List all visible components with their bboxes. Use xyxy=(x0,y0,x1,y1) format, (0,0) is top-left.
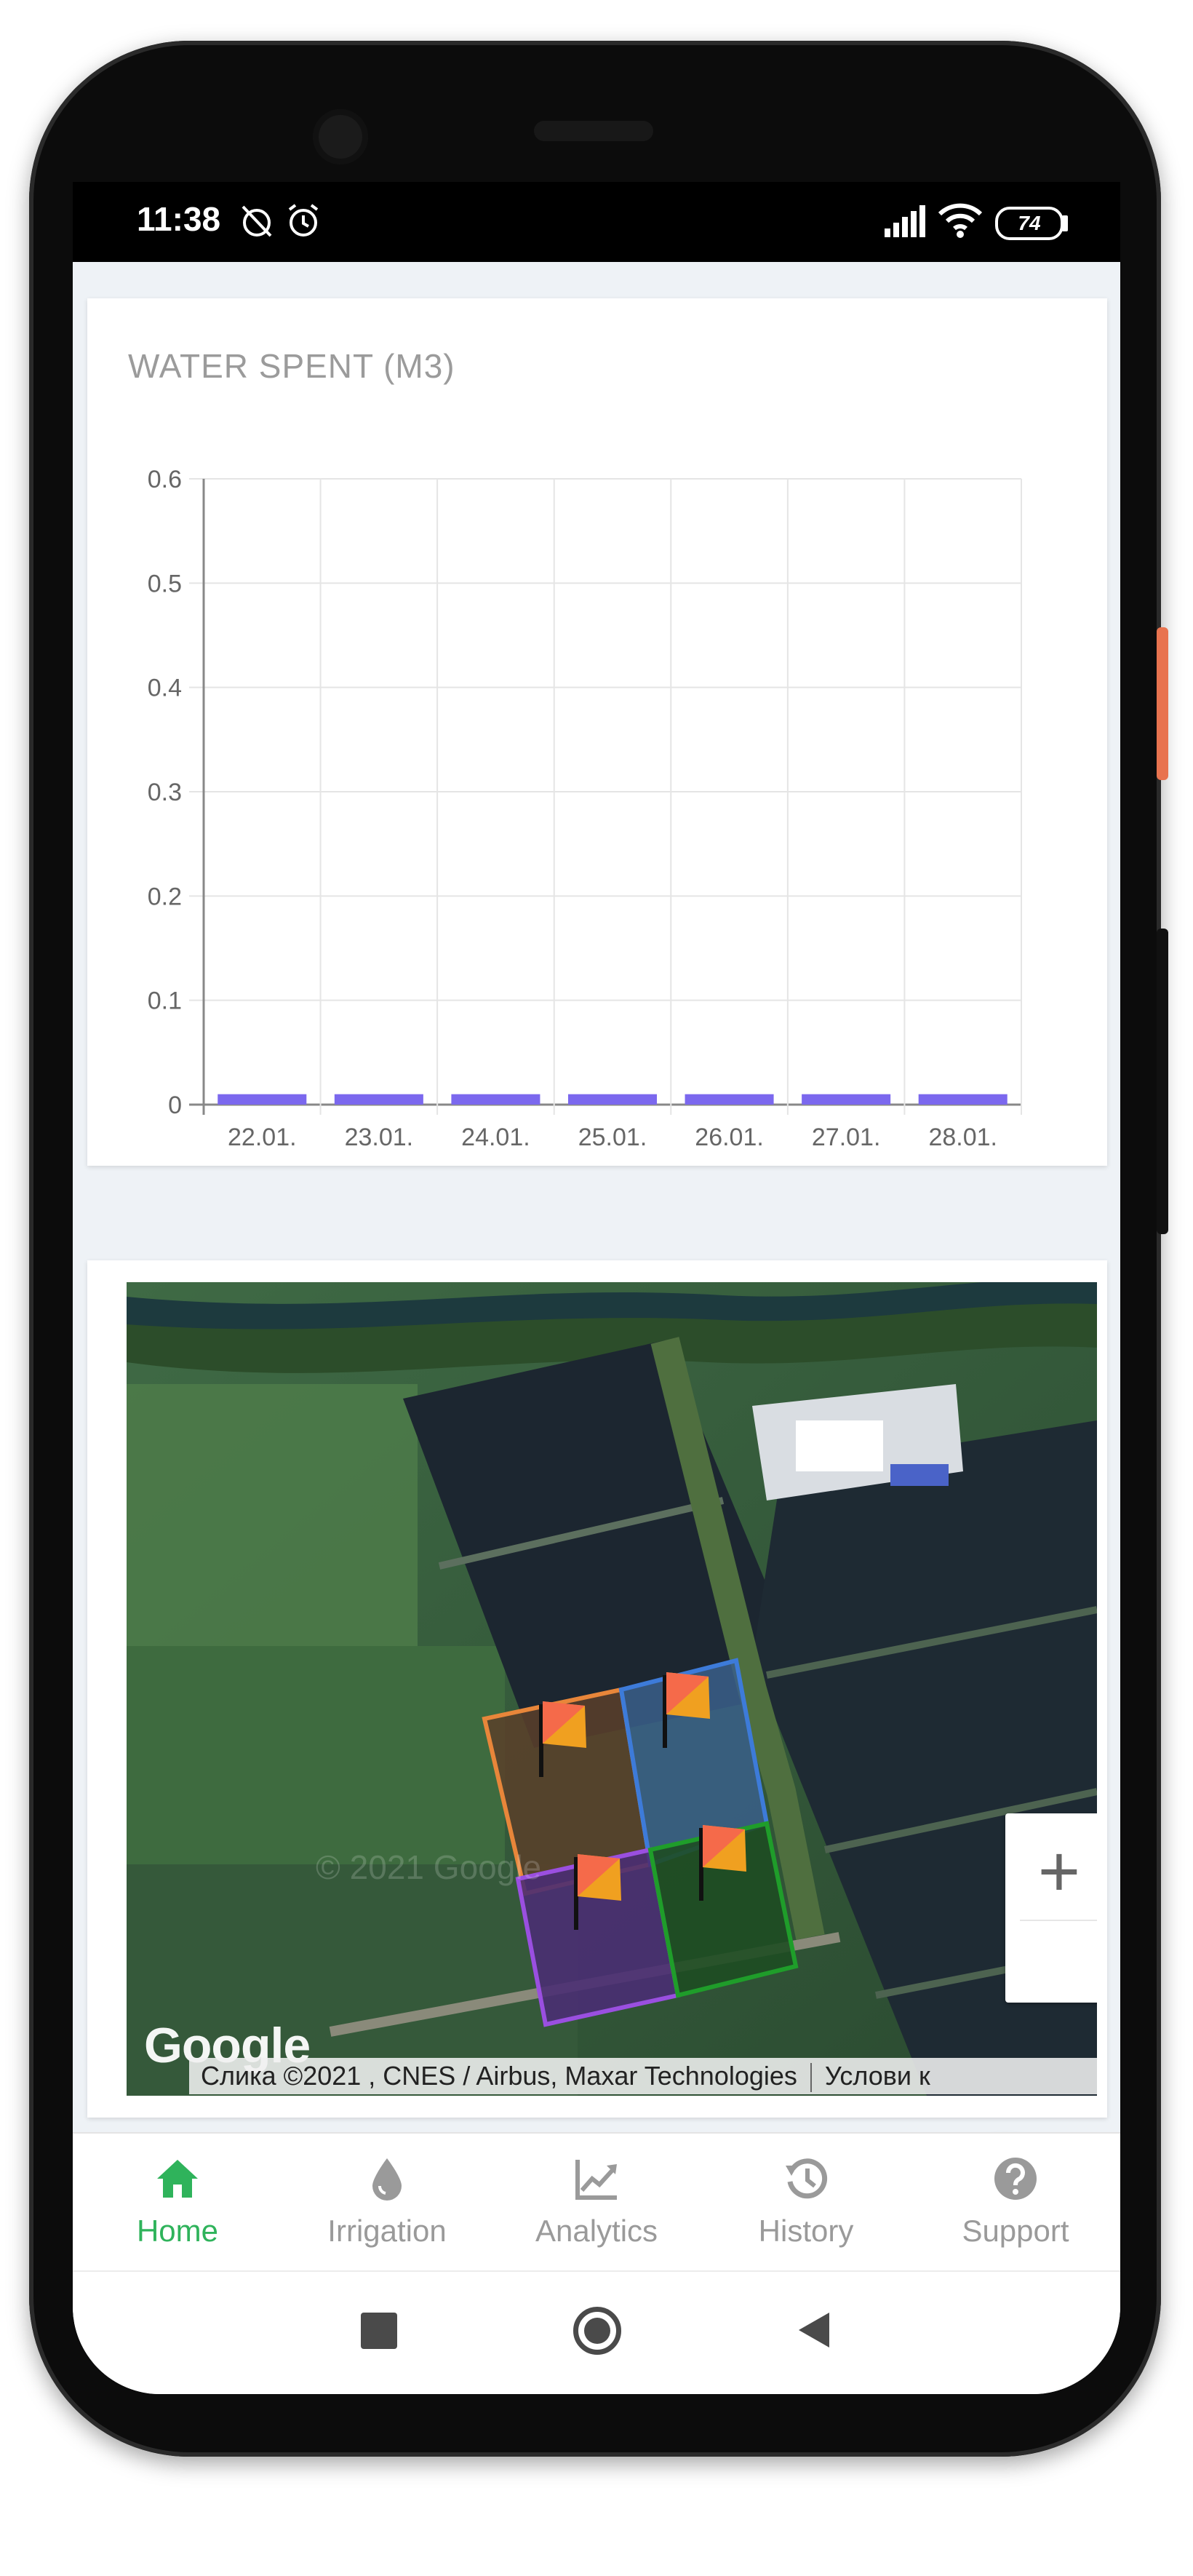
status-bar: 11:38 74 xyxy=(73,182,1120,262)
y-tick-label: 0 xyxy=(168,1092,182,1119)
x-tick-label: 24.01. xyxy=(461,1124,530,1151)
y-tick-label: 0.1 xyxy=(148,987,182,1015)
back-icon[interactable] xyxy=(793,2308,837,2352)
nav-label: Analytics xyxy=(535,2214,658,2248)
alarm-icon xyxy=(288,204,319,236)
signal-icon xyxy=(885,205,925,237)
chart-bar xyxy=(918,1094,1008,1105)
attribution-text: Слика ©2021 , CNES / Airbus, Maxar Techn… xyxy=(201,2061,797,2091)
attribution-divider xyxy=(810,2063,812,2093)
chart-bar xyxy=(218,1094,307,1105)
nav-item-support[interactable]: Support xyxy=(911,2134,1120,2272)
bottom-navigation: Home Irrigation Analytics History Suppor… xyxy=(73,2132,1120,2272)
water-spent-card: WATER SPENT (M3) 0 0.1 0.2 0.3 0.4 0.5 0.6 22.0… xyxy=(87,298,1107,1166)
earpiece-speaker xyxy=(534,121,653,141)
map-card: © 2021 Google + Google Слика ©2021 , CNE… xyxy=(87,1260,1107,2118)
nav-label: Irrigation xyxy=(327,2214,447,2248)
water-spent-chart: 0 0.1 0.2 0.3 0.4 0.5 0.6 22.01. 23.01. 24.01. 25.… xyxy=(148,466,1022,1151)
nav-label: Support xyxy=(962,2214,1069,2248)
battery-tip xyxy=(1062,215,1068,231)
system-navigation-bar xyxy=(73,2270,1120,2394)
wifi-icon xyxy=(938,203,983,238)
x-tick-label: 26.01. xyxy=(695,1124,764,1151)
chart-bar xyxy=(567,1094,658,1105)
y-tick-label: 0.3 xyxy=(148,779,182,806)
help-circle-icon xyxy=(994,2158,1037,2200)
y-tick-label: 0.6 xyxy=(148,466,182,493)
recents-button[interactable] xyxy=(361,2313,397,2349)
chart-bar xyxy=(802,1094,891,1105)
chart-bar xyxy=(334,1094,423,1105)
home-icon xyxy=(157,2160,198,2198)
nav-label: History xyxy=(758,2214,854,2248)
side-button-power xyxy=(1157,627,1168,780)
alarm-off-icon xyxy=(242,205,272,237)
battery-level: 74 xyxy=(1018,212,1041,234)
y-tick-label: 0.5 xyxy=(148,570,182,597)
home-system-button[interactable] xyxy=(573,2307,621,2355)
nav-label: Home xyxy=(136,2214,219,2248)
history-icon xyxy=(786,2158,828,2199)
chart-line-icon xyxy=(575,2160,617,2200)
map-zoom-control: + xyxy=(1005,1813,1097,2003)
map-attribution: Слика ©2021 , CNES / Airbus, Maxar Techn… xyxy=(189,2058,1097,2094)
terms-link[interactable]: Услови к xyxy=(825,2061,930,2091)
y-tick-label: 0.4 xyxy=(148,675,182,702)
side-button-volume xyxy=(1157,929,1168,1234)
satellite-map[interactable]: © 2021 Google + Google Слика ©2021 , CNE… xyxy=(127,1282,1097,2096)
zoom-separator xyxy=(1020,1920,1097,1921)
y-tick-label: 0.2 xyxy=(148,883,182,910)
x-tick-label: 28.01. xyxy=(928,1124,997,1151)
status-time: 11:38 xyxy=(137,200,221,238)
front-camera xyxy=(313,109,368,164)
battery-indicator: 74 xyxy=(995,207,1064,240)
x-tick-label: 22.01. xyxy=(228,1124,297,1151)
water-drop-icon xyxy=(372,2158,402,2201)
x-tick-label: 27.01. xyxy=(812,1124,881,1151)
x-tick-label: 25.01. xyxy=(578,1124,647,1151)
app-screen: WATER SPENT (M3) 0 0.1 0.2 0.3 0.4 0.5 0.6 22.0… xyxy=(73,182,1120,2394)
nav-item-analytics[interactable]: Analytics xyxy=(492,2134,701,2272)
chart-bar xyxy=(451,1094,540,1105)
zoom-in-button[interactable]: + xyxy=(1005,1835,1097,1908)
chart-bar xyxy=(685,1094,774,1105)
x-tick-label: 23.01. xyxy=(345,1124,414,1151)
nav-item-home[interactable]: Home xyxy=(73,2134,282,2272)
nav-item-irrigation[interactable]: Irrigation xyxy=(282,2134,492,2272)
nav-item-history[interactable]: History xyxy=(701,2134,911,2272)
map-watermark: © 2021 Google xyxy=(316,1848,541,1886)
